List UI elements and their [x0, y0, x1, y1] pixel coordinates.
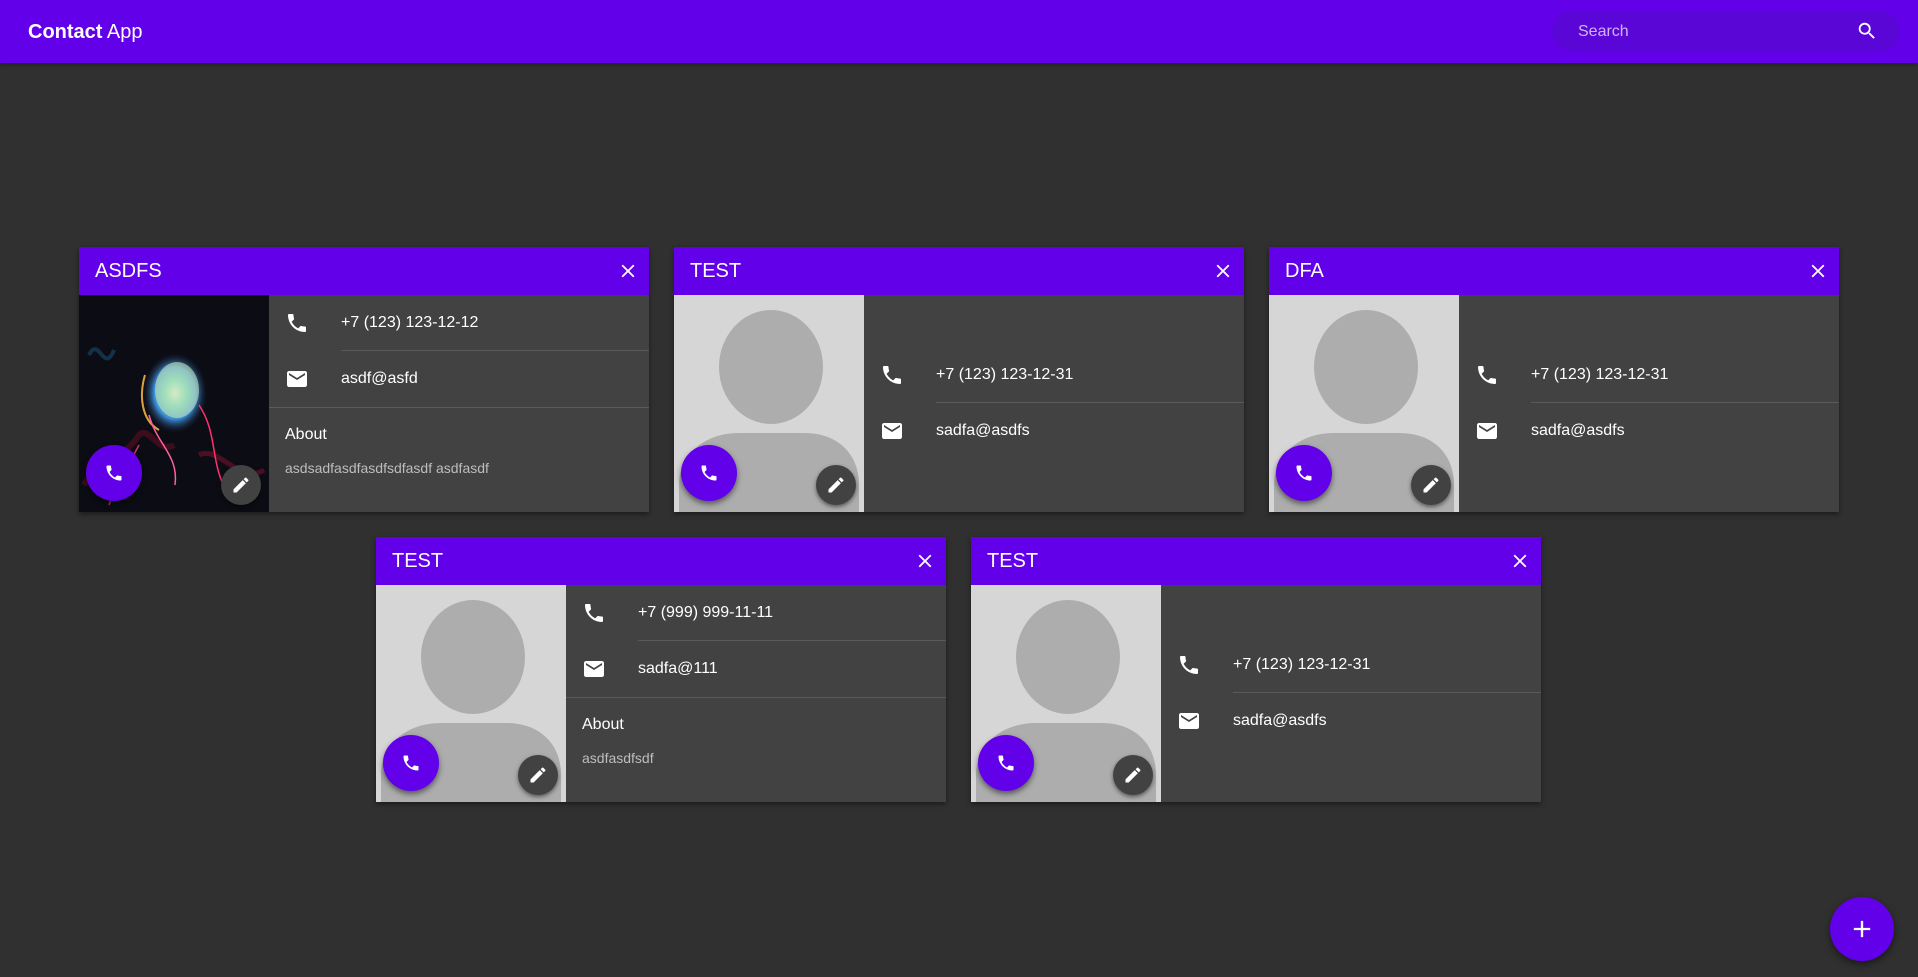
email-icon — [582, 657, 606, 681]
about-section: About asdsadfasdfasdfsdfasdf asdfasdf — [269, 407, 649, 513]
contact-email: sadfa@asdfs — [1531, 422, 1625, 439]
add-icon — [1853, 920, 1871, 938]
contact-phone: +7 (123) 123-12-31 — [1233, 656, 1371, 673]
close-icon[interactable] — [914, 550, 936, 572]
email-row: sadfa@asdfs — [864, 403, 1244, 459]
call-button[interactable] — [1276, 445, 1332, 501]
email-row: sadfa@asdfs — [1161, 693, 1541, 749]
contact-photo — [79, 295, 269, 512]
about-label: About — [582, 716, 624, 733]
contact-email: sadfa@111 — [638, 660, 718, 677]
phone-icon — [701, 465, 717, 481]
contact-info: +7 (123) 123-12-31 sadfa@asdfs — [1161, 585, 1541, 802]
phone-icon — [285, 311, 309, 335]
avatar-placeholder — [1269, 295, 1459, 512]
contact-email: sadfa@asdfs — [936, 422, 1030, 439]
email-icon — [1475, 419, 1499, 443]
card-header: TEST — [971, 537, 1541, 585]
search-input[interactable] — [1576, 11, 1850, 53]
contact-phone: +7 (123) 123-12-31 — [936, 366, 1074, 383]
phone-row: +7 (123) 123-12-31 — [864, 347, 1244, 403]
close-icon[interactable] — [1212, 260, 1234, 282]
phone-row: +7 (999) 999-11-11 — [566, 585, 946, 641]
card-header: TEST — [674, 247, 1244, 295]
contact-card: ASDFS +7 (123) 123-12-12 asdf@asfd About… — [79, 247, 649, 512]
card-header: ASDFS — [79, 247, 649, 295]
search-icon[interactable] — [1856, 20, 1878, 42]
email-row: sadfa@111 — [566, 641, 946, 697]
edit-button[interactable] — [518, 755, 558, 795]
email-row: asdf@asfd — [269, 351, 649, 407]
close-icon[interactable] — [617, 260, 639, 282]
phone-icon — [403, 755, 419, 771]
contact-phone: +7 (999) 999-11-11 — [638, 604, 774, 621]
avatar-placeholder — [674, 295, 864, 512]
contact-card: TEST +7 (999) 999-11-11 sadfa@111 About … — [376, 537, 946, 802]
app-title-light: App — [106, 21, 143, 43]
app-title-bold: Contact — [28, 21, 103, 43]
contact-email: sadfa@asdfs — [1233, 712, 1327, 729]
phone-icon — [1177, 653, 1201, 677]
contact-card: TEST +7 (123) 123-12-31 sadfa@asdfs — [971, 537, 1541, 802]
app-bar: Contact App — [0, 0, 1918, 63]
email-row: sadfa@asdfs — [1459, 403, 1839, 459]
contact-phone: +7 (123) 123-12-31 — [1531, 366, 1669, 383]
close-icon[interactable] — [1509, 550, 1531, 572]
about-text: asdsadfasdfasdfsdfasdf asdfasdf — [285, 460, 489, 476]
phone-row: +7 (123) 123-12-31 — [1459, 347, 1839, 403]
phone-icon — [880, 363, 904, 387]
phone-row: +7 (123) 123-12-12 — [269, 295, 649, 351]
card-header: DFA — [1269, 247, 1839, 295]
edit-button[interactable] — [1113, 755, 1153, 795]
call-button[interactable] — [681, 445, 737, 501]
avatar-placeholder — [376, 585, 566, 802]
phone-icon — [998, 755, 1014, 771]
edit-icon — [530, 767, 546, 783]
contact-info: +7 (123) 123-12-31 sadfa@asdfs — [1459, 295, 1839, 512]
call-button[interactable] — [978, 735, 1034, 791]
contact-email: asdf@asfd — [341, 370, 418, 387]
contact-card: DFA +7 (123) 123-12-31 sadfa@asdfs — [1269, 247, 1839, 512]
call-button[interactable] — [383, 735, 439, 791]
contact-name: TEST — [987, 550, 1039, 572]
about-text: asdfasdfsdf — [582, 750, 654, 766]
edit-button[interactable] — [816, 465, 856, 505]
edit-icon — [233, 477, 249, 493]
edit-icon — [1423, 477, 1439, 493]
search-box — [1552, 11, 1900, 53]
email-icon — [880, 419, 904, 443]
contact-info: +7 (123) 123-12-31 sadfa@asdfs — [864, 295, 1244, 512]
add-contact-button[interactable] — [1830, 897, 1894, 961]
edit-icon — [1125, 767, 1141, 783]
contact-name: TEST — [690, 260, 742, 282]
card-header: TEST — [376, 537, 946, 585]
contact-info: +7 (123) 123-12-12 asdf@asfd About asdsa… — [269, 295, 649, 512]
phone-icon — [106, 465, 122, 481]
about-section: About asdfasdfsdf — [566, 697, 946, 803]
edit-button[interactable] — [221, 465, 261, 505]
call-button[interactable] — [86, 445, 142, 501]
about-label: About — [285, 426, 327, 443]
phone-icon — [582, 601, 606, 625]
edit-button[interactable] — [1411, 465, 1451, 505]
avatar-placeholder — [971, 585, 1161, 802]
phone-icon — [1475, 363, 1499, 387]
contact-name: TEST — [392, 550, 444, 572]
email-icon — [1177, 709, 1201, 733]
email-icon — [285, 367, 309, 391]
contact-phone: +7 (123) 123-12-12 — [341, 314, 479, 331]
contact-name: ASDFS — [95, 260, 162, 282]
contact-info: +7 (999) 999-11-11 sadfa@111 About asdfa… — [566, 585, 946, 802]
app-title: Contact App — [28, 20, 143, 44]
phone-icon — [1296, 465, 1312, 481]
contact-card: TEST +7 (123) 123-12-31 sadfa@asdfs — [674, 247, 1244, 512]
phone-row: +7 (123) 123-12-31 — [1161, 637, 1541, 693]
contact-name: DFA — [1285, 260, 1324, 282]
edit-icon — [828, 477, 844, 493]
close-icon[interactable] — [1807, 260, 1829, 282]
